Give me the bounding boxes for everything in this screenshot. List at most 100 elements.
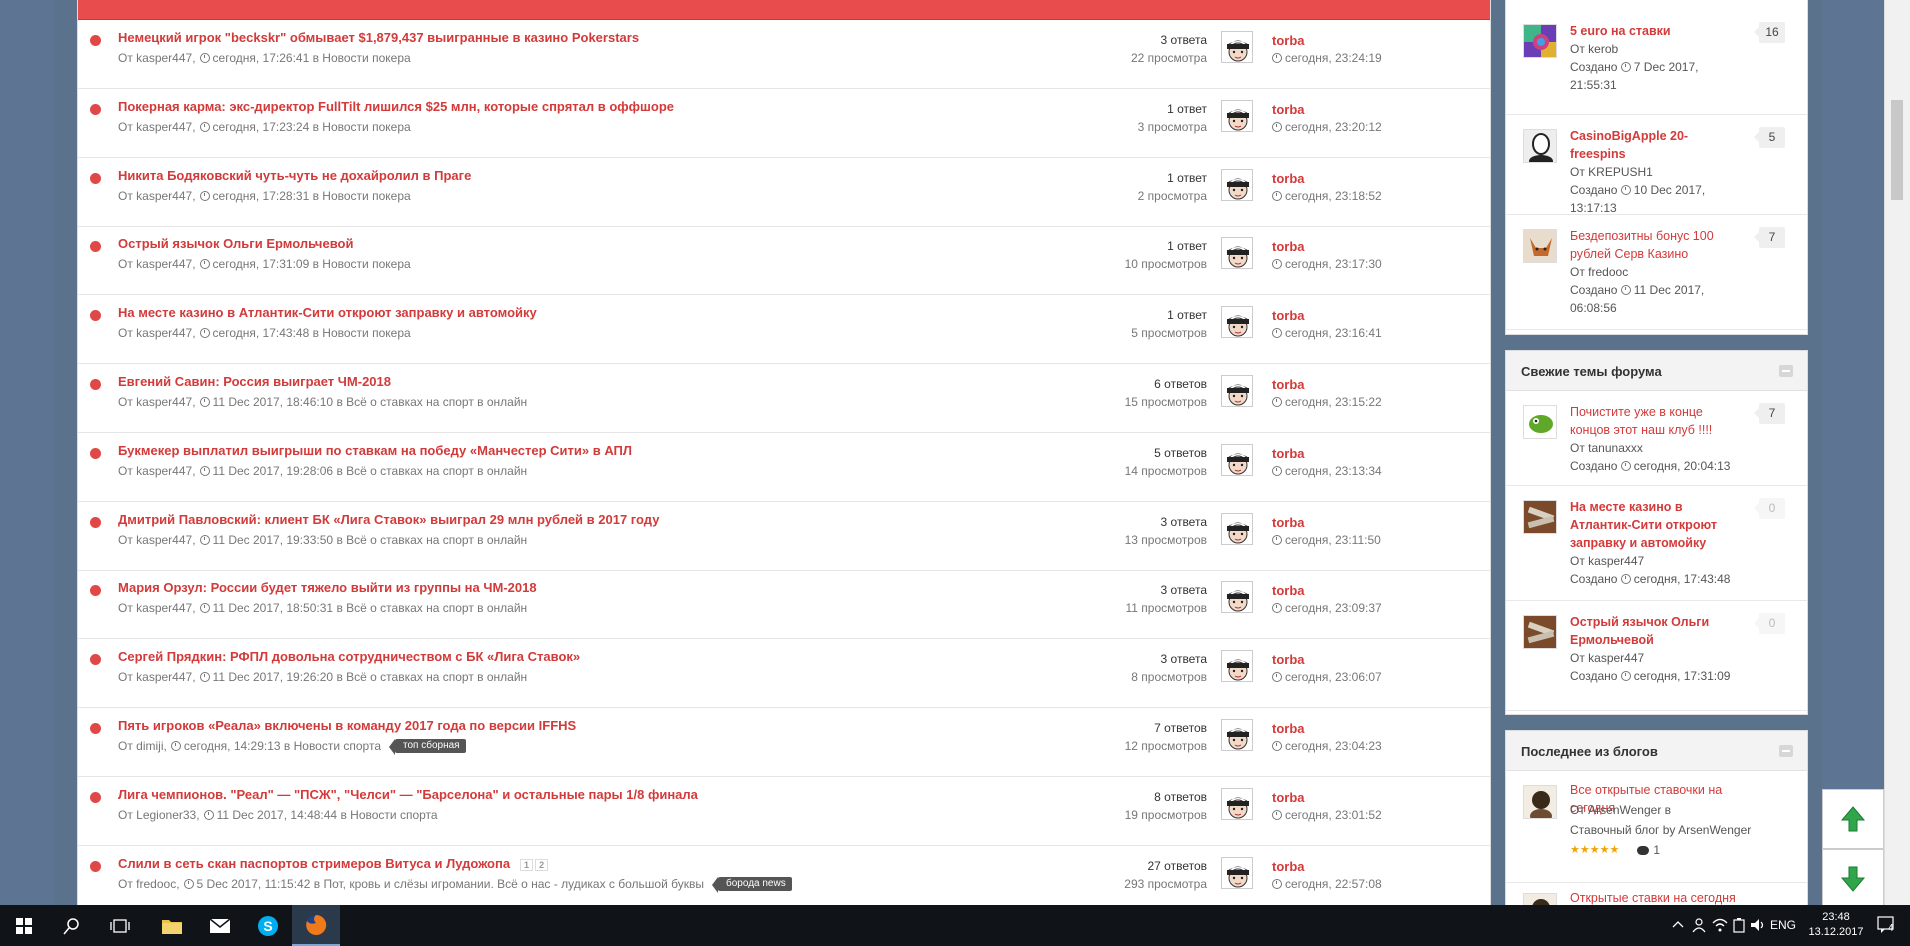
scrollbar-thumb[interactable] bbox=[1891, 100, 1903, 200]
collapse-icon[interactable] bbox=[1779, 745, 1793, 757]
last-poster-avatar[interactable] bbox=[1221, 856, 1253, 889]
sidebar-topic-avatar[interactable] bbox=[1523, 24, 1557, 58]
last-poster-name[interactable]: torba bbox=[1272, 859, 1305, 874]
last-post-time-text[interactable]: сегодня, 23:20:12 bbox=[1285, 120, 1382, 134]
mail-button[interactable] bbox=[196, 905, 244, 946]
topic-title-link[interactable]: Букмекер выплатил выигрыши по ставкам на… bbox=[118, 443, 632, 458]
notification-center-button[interactable]: 4 bbox=[1876, 914, 1898, 936]
topic-title-text[interactable]: Сергей Прядкин: РФПЛ довольна сотрудниче… bbox=[118, 649, 580, 664]
topic-title-text[interactable]: Немецкий игрок "beckskr" обмывает $1,879… bbox=[118, 30, 639, 45]
topic-author[interactable]: От dimiji, bbox=[118, 739, 167, 753]
page-link[interactable]: 2 bbox=[535, 858, 549, 871]
topic-author[interactable]: От kasper447, bbox=[118, 464, 196, 478]
topic-title-text[interactable]: Лига чемпионов. "Реал" — "ПСЖ", "Челси" … bbox=[118, 787, 698, 802]
search-button[interactable] bbox=[48, 905, 96, 946]
topic-title-text[interactable]: На месте казино в Атлантик-Сити откроют … bbox=[118, 305, 537, 320]
topic-title-link[interactable]: Пять игроков «Реала» включены в команду … bbox=[118, 718, 576, 733]
topic-author[interactable]: От kasper447, bbox=[118, 120, 196, 134]
last-poster-avatar[interactable] bbox=[1221, 512, 1253, 545]
sidebar-topic-link[interactable]: Острый язычок Ольги Ермольчевой bbox=[1570, 613, 1730, 649]
last-poster-avatar[interactable] bbox=[1221, 581, 1253, 614]
topic-author[interactable]: От kasper447, bbox=[118, 257, 196, 271]
sidebar-topic-link[interactable]: Бездепозитны бонус 100 рублей Серв Казин… bbox=[1570, 227, 1730, 263]
topic-author[interactable]: От fredooc, bbox=[118, 877, 180, 891]
topic-author[interactable]: От kasper447, bbox=[118, 533, 196, 547]
topic-forum[interactable]: в Всё о ставках на спорт в онлайн bbox=[336, 670, 527, 684]
last-post-time-text[interactable]: сегодня, 23:15:22 bbox=[1285, 395, 1382, 409]
topic-title-text[interactable]: Никита Бодяковский чуть-чуть не дохайрол… bbox=[118, 168, 471, 183]
last-poster-avatar[interactable] bbox=[1221, 306, 1253, 339]
sidebar-topic-author[interactable]: От fredooc bbox=[1570, 263, 1628, 281]
last-poster-avatar[interactable] bbox=[1221, 787, 1253, 820]
topic-title-text[interactable]: Дмитрий Павловский: клиент БК «Лига Став… bbox=[118, 512, 659, 527]
sidebar-topic-link[interactable]: CasinoBigApple 20-freespins bbox=[1570, 127, 1730, 163]
topic-forum[interactable]: в Новости покера bbox=[313, 257, 411, 271]
topic-title-text[interactable]: Слили в сеть скан паспортов стримеров Ви… bbox=[118, 856, 510, 871]
last-poster-name[interactable]: torba bbox=[1272, 377, 1305, 392]
last-post-time-text[interactable]: сегодня, 23:16:41 bbox=[1285, 326, 1382, 340]
last-poster-avatar[interactable] bbox=[1221, 719, 1253, 751]
topic-title-link[interactable]: Острый язычок Ольги Ермольчевой bbox=[118, 236, 353, 251]
firefox-button[interactable] bbox=[292, 905, 340, 946]
clock[interactable]: 23:48 13.12.2017 bbox=[1806, 910, 1866, 940]
blog-avatar[interactable] bbox=[1523, 785, 1557, 819]
sidebar-topic-author[interactable]: От KREPUSH1 bbox=[1570, 163, 1653, 181]
topic-title-link[interactable]: Покерная карма: экс-директор FullTilt ли… bbox=[118, 99, 674, 114]
topic-title-text[interactable]: Мария Орзул: России будет тяжело выйти и… bbox=[118, 580, 537, 595]
input-language[interactable]: ENG bbox=[1770, 918, 1796, 932]
file-explorer-button[interactable] bbox=[148, 905, 196, 946]
last-post-time-text[interactable]: сегодня, 23:13:34 bbox=[1285, 464, 1382, 478]
last-post-time-text[interactable]: сегодня, 23:24:19 bbox=[1285, 51, 1382, 65]
sidebar-topic-author[interactable]: От kerob bbox=[1570, 40, 1618, 58]
last-post-time-text[interactable]: сегодня, 23:17:30 bbox=[1285, 257, 1382, 271]
last-post-time-text[interactable]: сегодня, 22:57:08 bbox=[1285, 877, 1382, 891]
collapse-icon[interactable] bbox=[1779, 365, 1793, 377]
topic-title-link[interactable]: Слили в сеть скан паспортов стримеров Ви… bbox=[118, 856, 550, 871]
topic-author[interactable]: От Legioner33, bbox=[118, 808, 200, 822]
last-poster-avatar[interactable] bbox=[1221, 237, 1253, 270]
scroll-to-bottom-button[interactable] bbox=[1822, 849, 1884, 909]
topic-forum[interactable]: в Новости покера bbox=[313, 189, 411, 203]
topic-title-link[interactable]: Дмитрий Павловский: клиент БК «Лига Став… bbox=[118, 512, 659, 527]
vertical-scrollbar[interactable] bbox=[1884, 0, 1910, 905]
sidebar-topic-author[interactable]: От tanunaxxx bbox=[1570, 439, 1643, 457]
last-poster-name[interactable]: torba bbox=[1272, 171, 1305, 186]
last-poster-avatar[interactable] bbox=[1221, 168, 1253, 201]
tray-network-icon[interactable] bbox=[1712, 917, 1728, 933]
last-post-time-text[interactable]: сегодня, 23:01:52 bbox=[1285, 808, 1382, 822]
sidebar-topic-link[interactable]: На месте казино в Атлантик-Сити откроют … bbox=[1570, 498, 1730, 552]
topic-title-link[interactable]: Евгений Савин: Россия выиграет ЧМ-2018 bbox=[118, 374, 391, 389]
topic-forum[interactable]: в Новости покера bbox=[313, 326, 411, 340]
topic-tag[interactable]: борода news bbox=[712, 876, 792, 893]
topic-title-link[interactable]: Сергей Прядкин: РФПЛ довольна сотрудниче… bbox=[118, 649, 580, 664]
last-poster-avatar[interactable] bbox=[1221, 99, 1253, 132]
last-poster-avatar[interactable] bbox=[1221, 31, 1253, 63]
scroll-to-top-button[interactable] bbox=[1822, 789, 1884, 849]
sidebar-topic-avatar[interactable] bbox=[1523, 229, 1557, 263]
sidebar-topic-author[interactable]: От kasper447 bbox=[1570, 552, 1644, 570]
sidebar-topic-avatar[interactable] bbox=[1523, 500, 1557, 534]
last-poster-avatar[interactable] bbox=[1221, 443, 1253, 476]
topic-title-text[interactable]: Острый язычок Ольги Ермольчевой bbox=[118, 236, 353, 251]
topic-author[interactable]: От kasper447, bbox=[118, 326, 196, 340]
topic-title-link[interactable]: На месте казино в Атлантик-Сити откроют … bbox=[118, 305, 537, 320]
topic-author[interactable]: От kasper447, bbox=[118, 670, 196, 684]
last-poster-name[interactable]: torba bbox=[1272, 446, 1305, 461]
topic-forum[interactable]: в Новости спорта bbox=[340, 808, 437, 822]
last-post-time-text[interactable]: сегодня, 23:11:50 bbox=[1285, 533, 1381, 547]
sidebar-topic-link[interactable]: 5 euro на ставки bbox=[1570, 22, 1730, 40]
topic-title-text[interactable]: Букмекер выплатил выигрыши по ставкам на… bbox=[118, 443, 632, 458]
tray-battery-icon[interactable] bbox=[1732, 917, 1746, 933]
topic-author[interactable]: От kasper447, bbox=[118, 395, 196, 409]
topic-title-link[interactable]: Никита Бодяковский чуть-чуть не дохайрол… bbox=[118, 168, 471, 183]
last-poster-name[interactable]: torba bbox=[1272, 308, 1305, 323]
task-view-button[interactable] bbox=[96, 905, 144, 946]
topic-title-link[interactable]: Немецкий игрок "beckskr" обмывает $1,879… bbox=[118, 30, 639, 45]
sidebar-topic-author[interactable]: От kasper447 bbox=[1570, 649, 1644, 667]
last-post-time-text[interactable]: сегодня, 23:18:52 bbox=[1285, 189, 1382, 203]
last-post-time-text[interactable]: сегодня, 23:04:23 bbox=[1285, 739, 1382, 753]
sidebar-topic-avatar[interactable] bbox=[1523, 405, 1557, 439]
page-link[interactable]: 1 bbox=[520, 858, 534, 871]
last-poster-name[interactable]: torba bbox=[1272, 583, 1305, 598]
last-poster-name[interactable]: torba bbox=[1272, 239, 1305, 254]
